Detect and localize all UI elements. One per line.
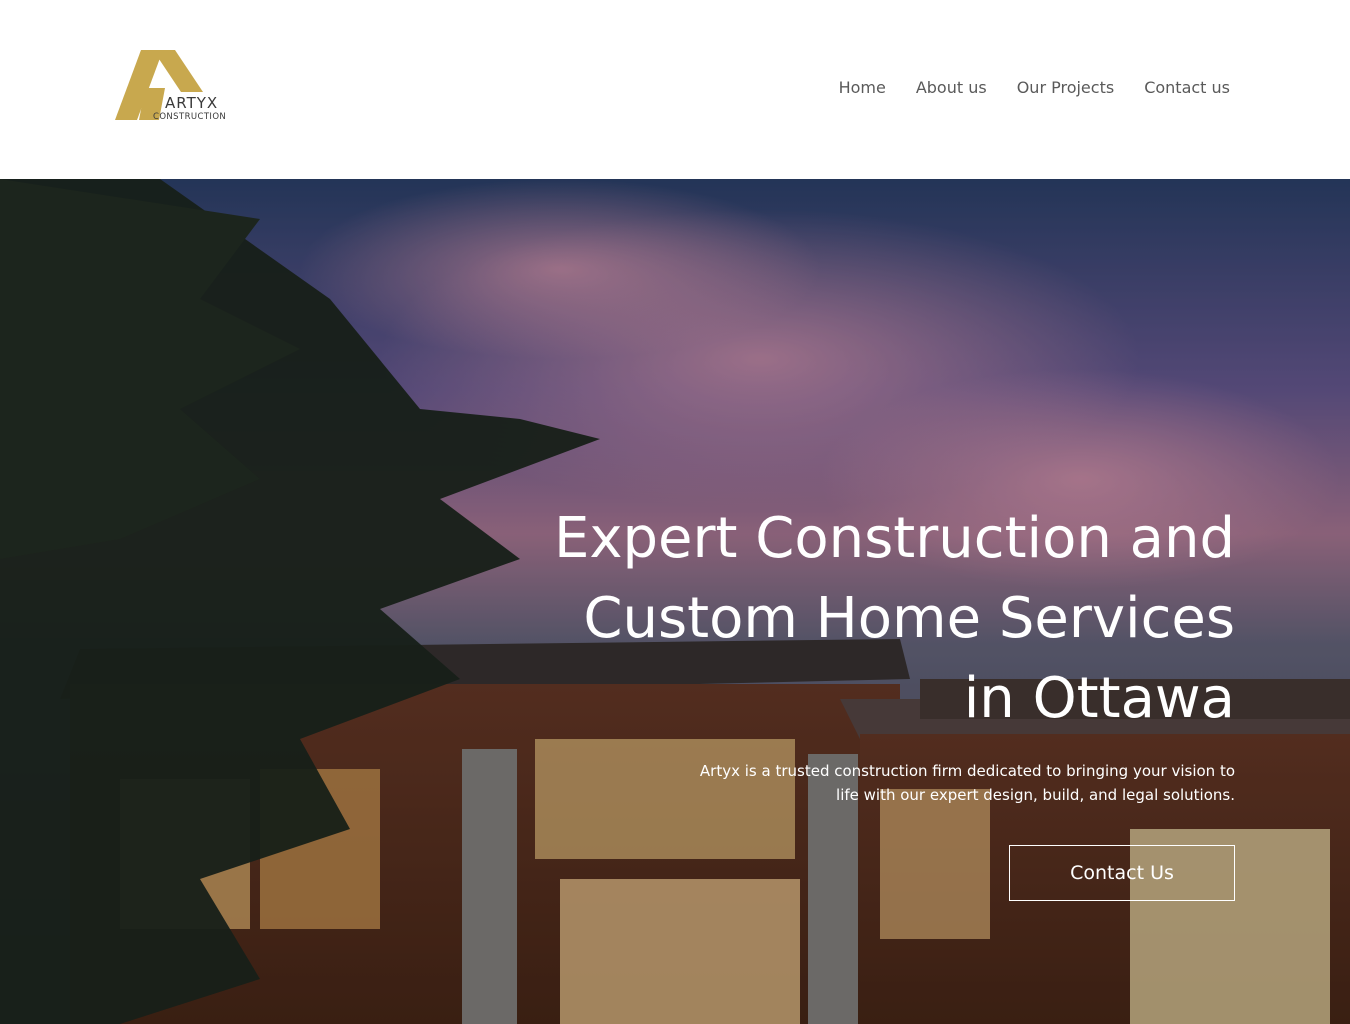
nav-contact-us[interactable]: Contact us xyxy=(1144,78,1230,97)
artyx-logo[interactable]: ARTYX CONSTRUCTION xyxy=(115,48,237,124)
main-nav: Home About us Our Projects Contact us xyxy=(839,78,1230,97)
logo-wordmark: ARTYX xyxy=(165,94,219,112)
hero-content: Expert Construction and Custom Home Serv… xyxy=(535,499,1235,901)
hero-description: Artyx is a trusted construction firm ded… xyxy=(699,762,1235,804)
nav-home[interactable]: Home xyxy=(839,78,886,97)
site-header: ARTYX CONSTRUCTION Home About us Our Pro… xyxy=(0,0,1350,179)
nav-about-us[interactable]: About us xyxy=(916,78,987,97)
contact-us-button[interactable]: Contact Us xyxy=(1009,845,1235,901)
hero-title: Expert Construction and Custom Home Serv… xyxy=(553,506,1235,731)
hero-section: Expert Construction and Custom Home Serv… xyxy=(0,179,1350,1024)
nav-our-projects[interactable]: Our Projects xyxy=(1017,78,1114,97)
logo-subtitle: CONSTRUCTION xyxy=(153,112,227,122)
